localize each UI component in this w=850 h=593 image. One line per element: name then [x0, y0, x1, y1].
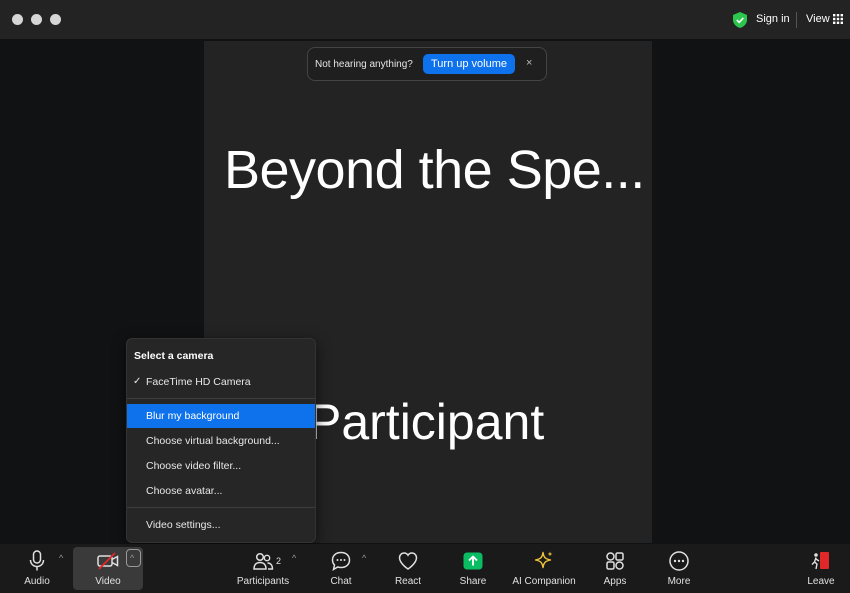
- chat-options-chevron-icon[interactable]: ^: [362, 553, 366, 563]
- ai-sparkle-icon: [534, 551, 553, 569]
- video-options-chevron-icon: ^: [130, 553, 135, 563]
- share-screen-icon: [463, 552, 483, 570]
- menu-item-label: Choose video filter...: [146, 460, 242, 472]
- ai-companion-button[interactable]: AI Companion: [508, 544, 580, 593]
- audio-notification-toast: Not hearing anything? Turn up volume ×: [307, 47, 547, 81]
- menu-item-label: Choose virtual background...: [146, 435, 280, 447]
- titlebar-divider: [796, 12, 797, 28]
- ai-companion-label: AI Companion: [512, 576, 576, 587]
- apps-button[interactable]: Apps: [592, 544, 638, 593]
- more-options-icon: [669, 551, 689, 571]
- apps-icon: [606, 552, 624, 570]
- chat-bubble-icon: [331, 551, 351, 572]
- participants-button[interactable]: Participants: [232, 544, 294, 593]
- audio-options-chevron-icon[interactable]: ^: [59, 553, 63, 563]
- react-label: React: [394, 576, 422, 587]
- shield-check-icon: [733, 12, 747, 28]
- video-button[interactable]: Video: [85, 544, 131, 593]
- window-titlebar: Sign in View: [0, 0, 850, 40]
- grid-view-icon[interactable]: [833, 14, 843, 24]
- audio-label: Audio: [24, 576, 50, 587]
- menu-item-avatar[interactable]: Choose avatar...: [127, 479, 315, 503]
- menu-item-video-filter[interactable]: Choose video filter...: [127, 454, 315, 478]
- shared-title-text: Beyond the Spe...: [224, 140, 645, 200]
- zoom-window-button[interactable]: [50, 14, 61, 25]
- menu-item-label: Video settings...: [146, 519, 221, 531]
- more-button[interactable]: More: [656, 544, 702, 593]
- audio-button[interactable]: Audio: [14, 544, 60, 593]
- menu-divider: [127, 507, 315, 508]
- more-label: More: [667, 576, 691, 587]
- share-label: Share: [459, 576, 487, 587]
- participant-count-badge: 2: [276, 556, 282, 566]
- menu-item-label: FaceTime HD Camera: [146, 376, 251, 388]
- view-button[interactable]: View: [806, 13, 830, 25]
- share-button[interactable]: Share: [450, 544, 496, 593]
- apps-label: Apps: [603, 576, 627, 587]
- menu-item-blur-background[interactable]: Blur my background: [127, 404, 315, 428]
- leave-door-icon: [811, 552, 829, 570]
- participants-label: Participants: [236, 576, 290, 587]
- menu-item-virtual-background[interactable]: Choose virtual background...: [127, 429, 315, 453]
- menu-item-video-settings[interactable]: Video settings...: [127, 513, 315, 537]
- participant-name: Participant: [308, 394, 545, 450]
- meeting-toolbar: Audio ^ Video ^ Participants 2 ^ Chat ^: [0, 544, 850, 593]
- minimize-window-button[interactable]: [31, 14, 42, 25]
- turn-up-volume-button[interactable]: Turn up volume: [423, 54, 515, 74]
- react-button[interactable]: React: [385, 544, 431, 593]
- menu-item-label: Choose avatar...: [146, 485, 223, 497]
- camera-menu: Select a camera ✓ FaceTime HD Camera Blu…: [126, 338, 316, 543]
- video-label: Video: [95, 576, 121, 587]
- video-off-icon: [97, 552, 119, 570]
- participants-icon: [253, 552, 274, 570]
- participants-options-chevron-icon[interactable]: ^: [292, 553, 296, 563]
- heart-icon: [398, 552, 418, 570]
- leave-label: Leave: [807, 576, 835, 587]
- menu-divider: [127, 398, 315, 399]
- close-window-button[interactable]: [12, 14, 23, 25]
- toast-close-icon[interactable]: ×: [526, 57, 532, 69]
- toast-message: Not hearing anything?: [315, 59, 413, 70]
- microphone-icon: [29, 550, 45, 571]
- menu-item-facetime-camera[interactable]: ✓ FaceTime HD Camera: [127, 370, 315, 394]
- chat-button[interactable]: Chat: [318, 544, 364, 593]
- chat-label: Chat: [330, 576, 352, 587]
- sign-in-link[interactable]: Sign in: [756, 13, 790, 25]
- menu-item-label: Blur my background: [146, 410, 240, 422]
- menu-header: Select a camera: [134, 350, 214, 362]
- leave-button[interactable]: Leave: [800, 544, 842, 593]
- checkmark-icon: ✓: [133, 376, 142, 387]
